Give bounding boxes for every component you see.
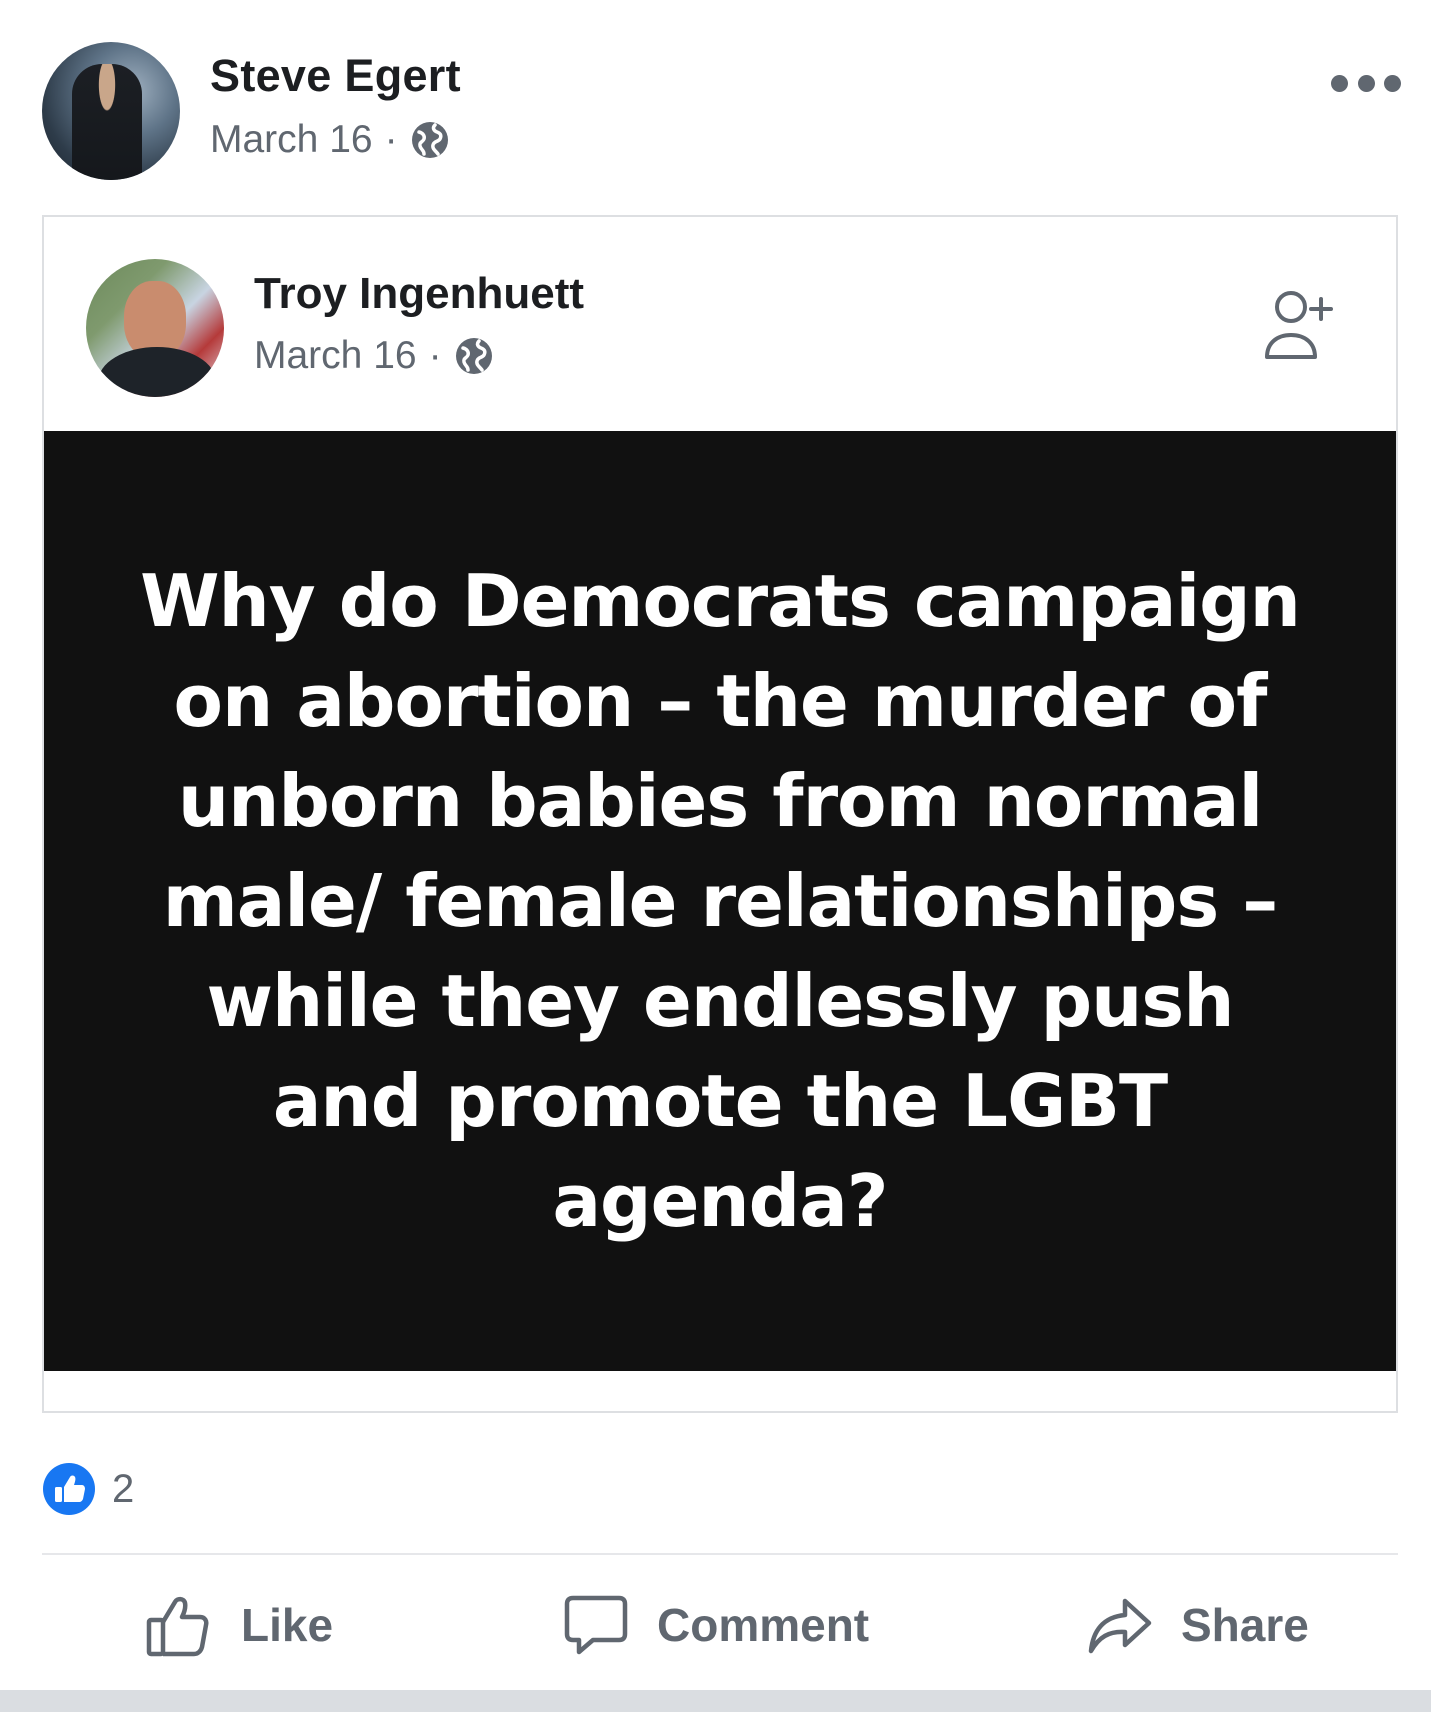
post-date[interactable]: March 16: [210, 118, 373, 162]
meta-separator: ·: [384, 118, 398, 161]
divider: [42, 1553, 1398, 1555]
share-label: Share: [1181, 1599, 1309, 1651]
share-button[interactable]: Share: [1087, 1580, 1309, 1670]
post-header: Steve Egert March 16 ·: [0, 0, 1431, 210]
shared-post-date[interactable]: March 16: [254, 334, 417, 378]
shared-post-header: Troy Ingenhuett March 16 ·: [44, 217, 1396, 431]
post-meta: March 16 ·: [210, 118, 450, 162]
shared-post-card[interactable]: Troy Ingenhuett March 16 · Why do Democr…: [42, 215, 1398, 1413]
comment-button[interactable]: Comment: [563, 1580, 869, 1670]
shared-post-meta: March 16 ·: [254, 334, 494, 378]
reaction-count: 2: [112, 1466, 135, 1511]
globe-icon: [411, 122, 448, 158]
post-actions: Like Comment Share: [0, 1580, 1431, 1670]
author-name[interactable]: Steve Egert: [210, 50, 461, 102]
comment-label: Comment: [657, 1599, 870, 1651]
reaction-summary[interactable]: 2: [42, 1462, 134, 1516]
shared-author-avatar[interactable]: [86, 259, 224, 397]
feed-separator-bar: [0, 1690, 1431, 1712]
meta-separator: ·: [428, 334, 442, 377]
like-button[interactable]: Like: [145, 1580, 333, 1670]
globe-icon: [455, 338, 492, 374]
shared-post-image[interactable]: Why do Democrats campaign on abortion – …: [44, 431, 1396, 1371]
image-caption-text: Why do Democrats campaign on abortion – …: [140, 559, 1301, 1243]
like-label: Like: [241, 1599, 334, 1651]
like-reaction-icon: [43, 1463, 95, 1515]
shared-author-name[interactable]: Troy Ingenhuett: [254, 269, 584, 319]
more-options-icon[interactable]: [1331, 68, 1401, 98]
comment-icon: [564, 1595, 628, 1655]
share-icon: [1088, 1598, 1152, 1654]
author-avatar[interactable]: [42, 42, 180, 180]
add-friend-icon[interactable]: [1261, 279, 1341, 369]
thumbs-up-icon: [146, 1596, 209, 1657]
